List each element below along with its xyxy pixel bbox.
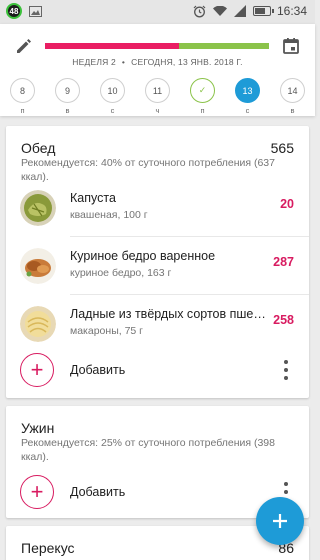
add-food-button[interactable]: Добавить xyxy=(70,485,125,499)
meal-recommendation: Рекомендуется: 25% от суточного потребле… xyxy=(21,437,275,463)
day-letter: п xyxy=(20,106,25,115)
day-circle[interactable]: 9 xyxy=(55,78,80,103)
day-circle[interactable]: 8 xyxy=(10,78,35,103)
day-selector: 8 п 9 в 10 с 11 ч ✓ п 13 с 14 в xyxy=(10,78,305,115)
food-name: Куриное бедро варенное xyxy=(70,249,216,263)
food-kcal: 20 xyxy=(280,197,294,211)
food-kcal: 287 xyxy=(273,255,294,269)
add-food-button[interactable]: Добавить xyxy=(70,363,125,377)
sauerkraut-image xyxy=(20,190,56,226)
alarm-icon xyxy=(193,4,207,18)
day-letter: с xyxy=(110,106,115,115)
pasta-image xyxy=(20,306,56,342)
status-bar: 48 16:34 xyxy=(0,0,315,24)
chicken-thigh-image xyxy=(20,248,56,284)
more-vert-icon[interactable] xyxy=(283,360,289,380)
day-item-selected[interactable]: 13 с xyxy=(235,78,260,115)
day-letter: ч xyxy=(155,106,160,115)
week-date-line: НЕДЕЛЯ 2 • СЕГОДНЯ, 13 ЯНВ. 2018 Г. xyxy=(0,57,315,67)
food-kcal: 258 xyxy=(273,313,294,327)
signal-icon xyxy=(233,4,247,18)
diary-header: НЕДЕЛЯ 2 • СЕГОДНЯ, 13 ЯНВ. 2018 Г. 8 п 9 … xyxy=(0,24,315,116)
day-circle[interactable]: 14 xyxy=(280,78,305,103)
calorie-progress-fill xyxy=(45,43,180,49)
meal-total-kcal: 565 xyxy=(270,140,294,156)
food-portion: макароны, 75 г xyxy=(70,325,144,337)
day-letter: с xyxy=(245,106,250,115)
day-item[interactable]: 8 п xyxy=(10,78,35,115)
food-portion: квашеная, 100 г xyxy=(70,209,148,221)
plus-icon xyxy=(273,514,287,528)
calendar-icon[interactable] xyxy=(281,36,301,56)
checkmark-icon[interactable]: ✓ xyxy=(190,78,215,103)
add-plus-icon[interactable]: + xyxy=(20,475,54,509)
food-item[interactable]: Куриное бедро варенное куриное бедро, 16… xyxy=(6,237,309,295)
meal-title: Ужин xyxy=(21,420,55,436)
food-portion: куриное бедро, 163 г xyxy=(70,267,172,279)
day-letter: п xyxy=(200,106,205,115)
week-label: НЕДЕЛЯ 2 xyxy=(72,57,116,67)
day-item[interactable]: 14 в xyxy=(280,78,305,115)
day-item-completed[interactable]: ✓ п xyxy=(190,78,215,115)
food-item[interactable]: Капуста квашеная, 100 г 20 xyxy=(6,179,309,237)
meal-card-lunch: Обед 565 Рекомендуется: 40% от суточного… xyxy=(6,126,309,398)
add-food-row[interactable]: + Добавить xyxy=(6,348,309,398)
day-item[interactable]: 9 в xyxy=(55,78,80,115)
meal-title: Обед xyxy=(21,140,56,156)
day-item[interactable]: 11 ч xyxy=(145,78,170,115)
battery-icon xyxy=(252,6,274,16)
add-fab-button[interactable] xyxy=(256,497,304,545)
meal-title: Перекус xyxy=(21,540,75,556)
food-name: Ладные из твёрдых сортов пшеницы xyxy=(70,307,266,321)
wifi-icon xyxy=(212,4,227,18)
add-plus-icon[interactable]: + xyxy=(20,353,54,387)
calorie-progress-bar xyxy=(45,43,269,49)
day-circle-selected[interactable]: 13 xyxy=(235,78,260,103)
image-icon xyxy=(28,4,42,18)
today-date-label: СЕГОДНЯ, 13 ЯНВ. 2018 Г. xyxy=(131,57,243,67)
separator-dot: • xyxy=(121,57,126,67)
pencil-icon[interactable] xyxy=(14,36,34,56)
day-item[interactable]: 10 с xyxy=(100,78,125,115)
status-time: 16:34 xyxy=(276,4,307,18)
notification-badge: 48 xyxy=(6,3,22,19)
day-letter: в xyxy=(65,106,70,115)
meal-card-dinner: Ужин Рекомендуется: 25% от суточного пот… xyxy=(6,406,309,518)
day-circle[interactable]: 10 xyxy=(100,78,125,103)
day-letter: в xyxy=(290,106,295,115)
day-circle[interactable]: 11 xyxy=(145,78,170,103)
food-item[interactable]: Ладные из твёрдых сортов пшеницы макарон… xyxy=(6,295,309,353)
food-name: Капуста xyxy=(70,191,116,205)
